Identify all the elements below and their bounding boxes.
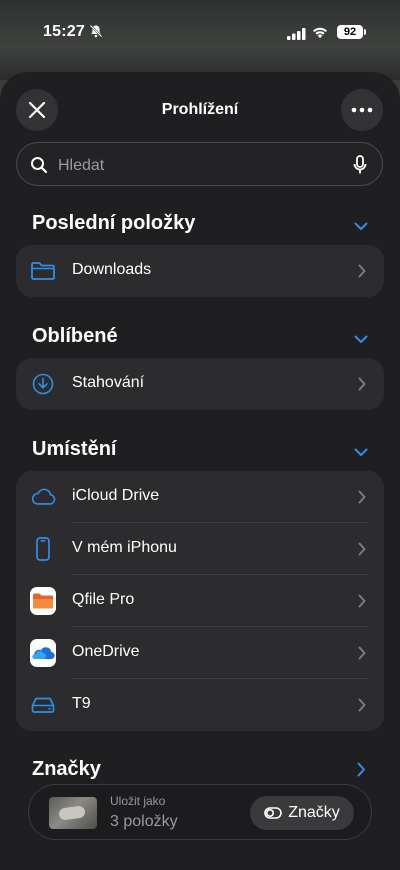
search-field[interactable] <box>16 142 383 186</box>
chevron-right-icon <box>358 377 366 396</box>
item-label: V mém iPhonu <box>72 539 177 556</box>
chevron-right-icon[interactable] <box>357 762 366 782</box>
search-icon <box>30 156 48 179</box>
tag-toggle-icon <box>264 807 283 819</box>
icloud-icon <box>30 484 56 510</box>
item-label: T9 <box>72 695 91 712</box>
download-circle-icon <box>30 371 56 397</box>
locations-list: iCloud Drive V mém iPhonu Qfile Pro OneD… <box>16 471 384 731</box>
chevron-right-icon <box>358 698 366 717</box>
external-drive-icon <box>30 692 56 718</box>
item-label: Downloads <box>72 261 152 278</box>
recent-list: Downloads <box>16 245 384 297</box>
section-header-locations[interactable]: Umístění <box>32 438 116 461</box>
item-count: 3 položky <box>110 813 178 830</box>
save-bar: Uložit jako 3 položky Značky <box>28 784 372 840</box>
item-label: Stahování <box>72 374 145 391</box>
chevron-down-icon[interactable] <box>354 331 368 349</box>
list-item-on-my-iphone[interactable]: V mém iPhonu <box>16 523 384 575</box>
status-bar: 15:27 92 <box>0 0 400 64</box>
tags-button-label: Značky <box>288 804 340 821</box>
more-button[interactable] <box>341 89 383 131</box>
chevron-right-icon <box>358 594 366 613</box>
list-item-qfile-pro[interactable]: Qfile Pro <box>16 575 384 627</box>
list-item-icloud-drive[interactable]: iCloud Drive <box>16 471 384 523</box>
tags-button[interactable]: Značky <box>250 796 354 830</box>
section-header-tags[interactable]: Značky <box>32 758 101 781</box>
item-label: iCloud Drive <box>72 487 160 504</box>
save-as-label: Uložit jako <box>110 794 166 808</box>
cellular-signal-icon <box>287 27 307 45</box>
chevron-right-icon <box>358 542 366 561</box>
sheet-title: Prohlížení <box>161 101 239 118</box>
search-input[interactable] <box>56 153 340 179</box>
silent-bell-icon <box>89 24 103 43</box>
list-item-t9[interactable]: T9 <box>16 679 384 731</box>
chevron-right-icon <box>358 264 366 283</box>
item-label: Qfile Pro <box>72 591 135 608</box>
iphone-icon <box>30 536 56 562</box>
favorites-list: Stahování <box>16 358 384 410</box>
onedrive-app-icon <box>30 639 56 667</box>
microphone-icon[interactable] <box>353 155 367 180</box>
chevron-right-icon <box>358 490 366 509</box>
battery-indicator: 92 <box>337 25 363 39</box>
chevron-down-icon[interactable] <box>354 218 368 236</box>
chevron-right-icon <box>358 646 366 665</box>
qfile-app-icon <box>30 587 56 615</box>
section-header-recent[interactable]: Poslední položky <box>32 212 195 235</box>
list-item-onedrive[interactable]: OneDrive <box>16 627 384 679</box>
clock: 15:27 <box>43 23 85 40</box>
wifi-icon <box>311 25 329 44</box>
list-item-downloads[interactable]: Downloads <box>16 245 384 297</box>
file-thumbnail <box>49 797 97 829</box>
item-label: OneDrive <box>72 643 140 660</box>
folder-icon <box>30 258 56 284</box>
battery-tip <box>364 29 366 35</box>
section-header-favorites[interactable]: Oblíbené <box>32 325 118 348</box>
chevron-down-icon[interactable] <box>354 444 368 462</box>
list-item-stahovani[interactable]: Stahování <box>16 358 384 410</box>
ellipsis-icon <box>351 107 373 113</box>
